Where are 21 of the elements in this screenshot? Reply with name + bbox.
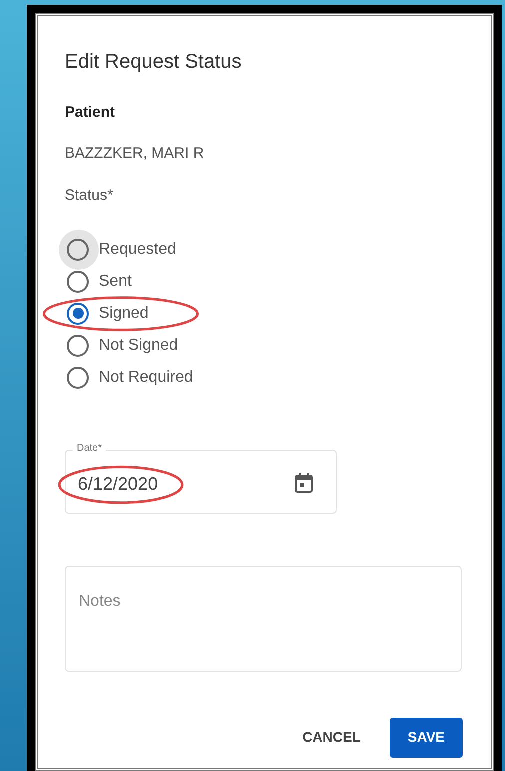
radio-label: Not Signed	[99, 336, 178, 356]
radio-button[interactable]	[67, 238, 89, 260]
radio-label: Signed	[99, 304, 149, 324]
save-button[interactable]: SAVE	[390, 718, 463, 758]
radio-button[interactable]	[67, 270, 89, 292]
radio-label: Sent	[99, 272, 132, 292]
cancel-button[interactable]: CANCEL	[300, 718, 363, 758]
date-field[interactable]: 6/12/2020	[65, 450, 337, 514]
radio-button[interactable]	[67, 366, 89, 388]
radio-button[interactable]	[67, 302, 89, 324]
radio-label: Requested	[99, 240, 176, 260]
radio-button[interactable]	[67, 334, 89, 356]
date-value: 6/12/2020	[78, 473, 158, 496]
radio-label: Not Required	[99, 368, 194, 388]
patient-label: Patient	[65, 103, 116, 123]
status-label: Status*	[65, 186, 114, 206]
notes-field[interactable]: Notes	[65, 566, 462, 672]
patient-name: BAZZZKER, MARI R	[65, 144, 206, 164]
date-label: Date*	[73, 442, 106, 454]
calendar-icon	[294, 472, 314, 494]
dialog-title: Edit Request Status	[65, 50, 243, 75]
